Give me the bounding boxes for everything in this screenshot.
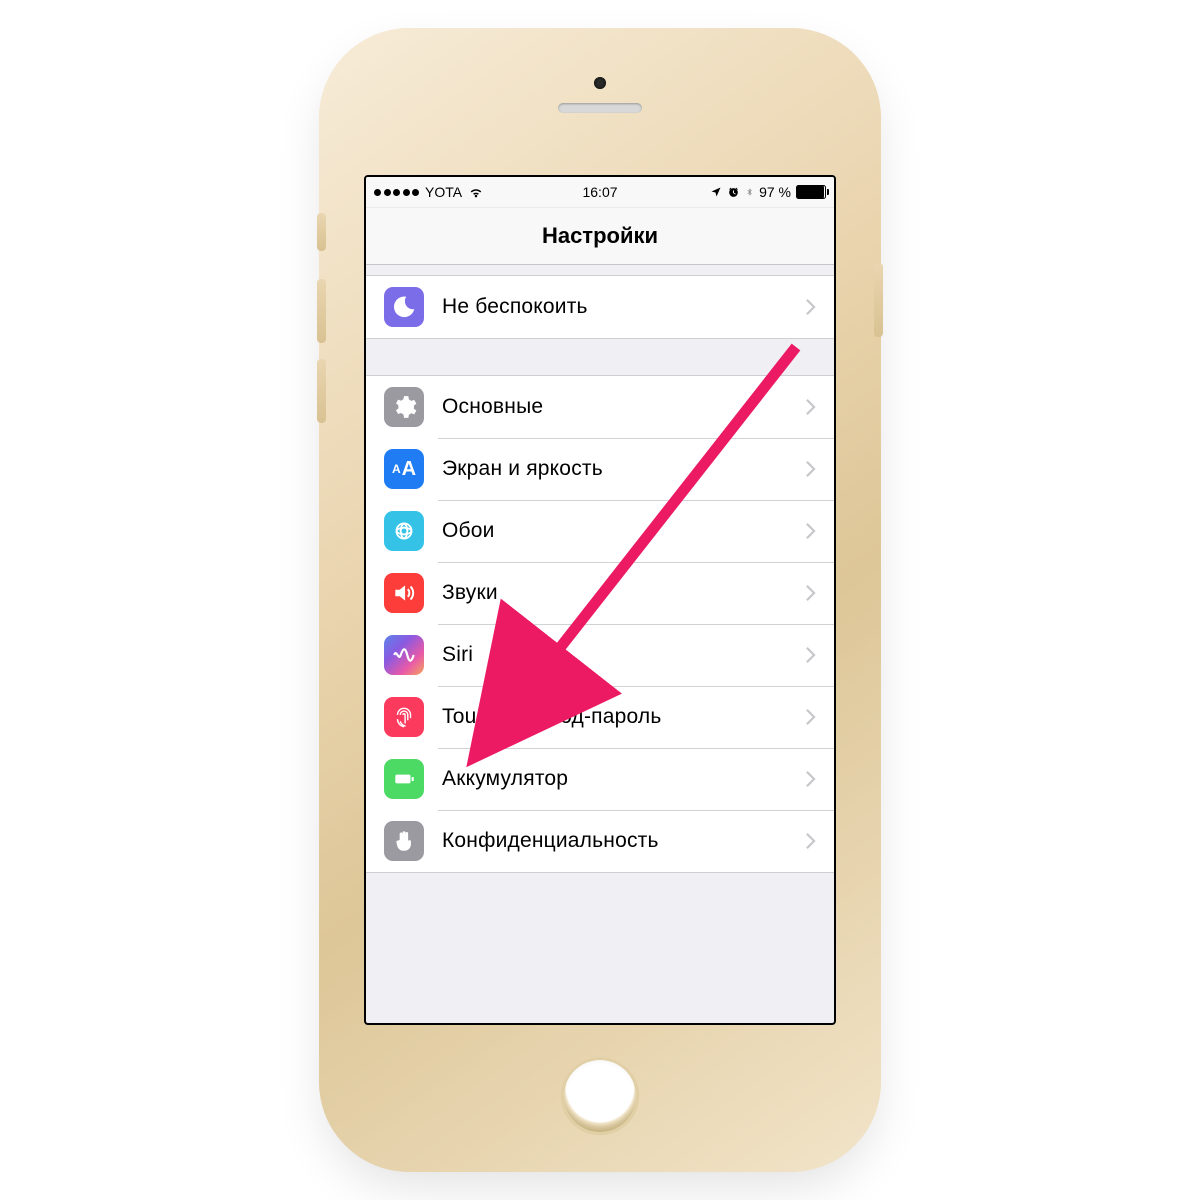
chevron-right-icon	[805, 522, 816, 540]
settings-group: Основные AA Экран и яркость	[366, 375, 834, 873]
row-wallpaper[interactable]: Обои	[366, 500, 834, 562]
gear-icon	[384, 387, 424, 427]
battery-percent: 97 %	[759, 184, 791, 200]
row-display-brightness[interactable]: AA Экран и яркость	[366, 438, 834, 500]
row-sounds[interactable]: Звуки	[366, 562, 834, 624]
fingerprint-icon	[384, 697, 424, 737]
siri-icon	[384, 635, 424, 675]
page-title: Настройки	[542, 223, 658, 249]
chevron-right-icon	[805, 398, 816, 416]
moon-icon	[384, 287, 424, 327]
battery-icon	[796, 185, 826, 199]
settings-list[interactable]: Не беспокоить Основные	[366, 265, 834, 1025]
signal-strength-icon	[374, 189, 419, 196]
chevron-right-icon	[805, 770, 816, 788]
location-icon	[710, 186, 722, 198]
mute-switch	[317, 213, 326, 251]
row-label: Не беспокоить	[442, 295, 805, 319]
row-do-not-disturb[interactable]: Не беспокоить	[366, 276, 834, 338]
chevron-right-icon	[805, 708, 816, 726]
text-size-icon: AA	[384, 449, 424, 489]
bluetooth-icon	[745, 185, 754, 199]
iphone-device-frame: YOTA 16:07 97 %	[326, 35, 874, 1165]
row-label: Основные	[442, 395, 805, 419]
home-button[interactable]	[561, 1057, 639, 1135]
chevron-right-icon	[805, 584, 816, 602]
row-label: Аккумулятор	[442, 767, 805, 791]
row-label: Siri	[442, 643, 805, 667]
row-label: Звуки	[442, 581, 805, 605]
clock: 16:07	[582, 184, 617, 200]
top-sensors	[326, 77, 874, 113]
status-bar: YOTA 16:07 97 %	[366, 177, 834, 208]
chevron-right-icon	[805, 460, 816, 478]
speaker-icon	[384, 573, 424, 613]
power-button	[874, 263, 883, 337]
chevron-right-icon	[805, 298, 816, 316]
front-camera	[594, 77, 606, 89]
row-general[interactable]: Основные	[366, 376, 834, 438]
row-touch-id[interactable]: Touch ID и код-пароль	[366, 686, 834, 748]
row-label: Экран и яркость	[442, 457, 805, 481]
row-label: Обои	[442, 519, 805, 543]
settings-group: Не беспокоить	[366, 275, 834, 339]
carrier-label: YOTA	[425, 184, 462, 200]
chevron-right-icon	[805, 646, 816, 664]
row-label: Конфиденциальность	[442, 829, 805, 853]
chevron-right-icon	[805, 832, 816, 850]
battery-icon	[384, 759, 424, 799]
wifi-icon	[468, 184, 484, 200]
row-battery[interactable]: Аккумулятор	[366, 748, 834, 810]
earpiece-speaker	[558, 103, 642, 113]
row-label: Touch ID и код-пароль	[442, 705, 805, 729]
hand-icon	[384, 821, 424, 861]
row-privacy[interactable]: Конфиденциальность	[366, 810, 834, 872]
volume-down-button	[317, 359, 326, 423]
volume-up-button	[317, 279, 326, 343]
alarm-icon	[727, 186, 740, 199]
row-siri[interactable]: Siri	[366, 624, 834, 686]
wallpaper-icon	[384, 511, 424, 551]
screen: YOTA 16:07 97 %	[364, 175, 836, 1025]
navigation-bar: Настройки	[366, 208, 834, 265]
